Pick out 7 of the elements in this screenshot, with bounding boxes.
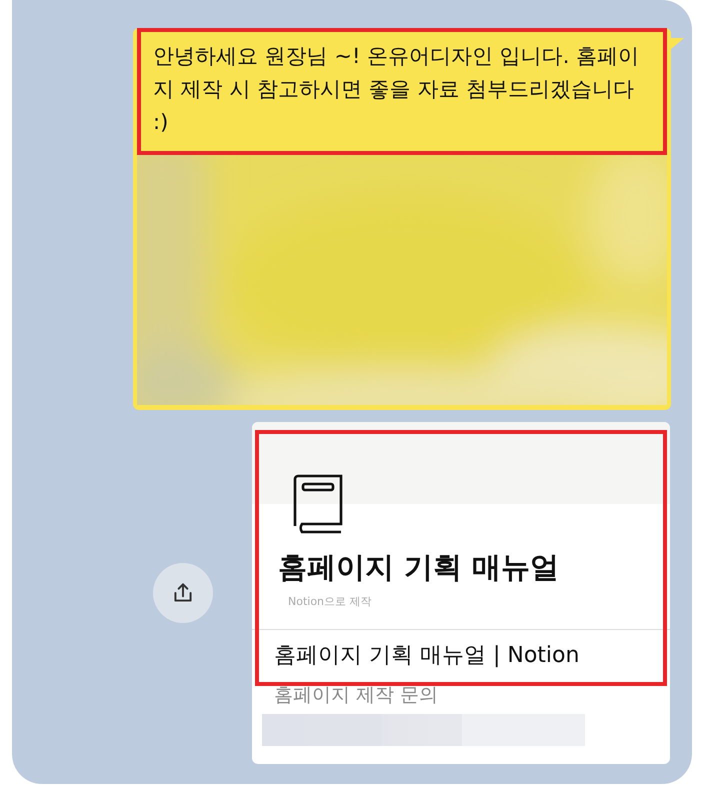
page-title: 홈페이지 기획 매뉴얼 | Notion: [274, 642, 580, 670]
card-subtitle: Notion으로 제작: [288, 594, 373, 609]
page-description: 홈페이지 제작 문의: [274, 683, 440, 708]
link-preview-card[interactable]: 홈페이지 기획 매뉴얼 Notion으로 제작 홈페이지 기획 매뉴얼 | Notion 홈페이지 제작 문의: [252, 422, 670, 764]
book-icon: [292, 474, 344, 534]
card-title: 홈페이지 기획 매뉴얼: [278, 549, 560, 586]
message-text: 안녕하세요 원장님 ~! 온유어디자인 입니다. 홈페이지 제작 시 참고하시면 좋을 자료 첨부드리겠습니다 :): [153, 43, 640, 136]
